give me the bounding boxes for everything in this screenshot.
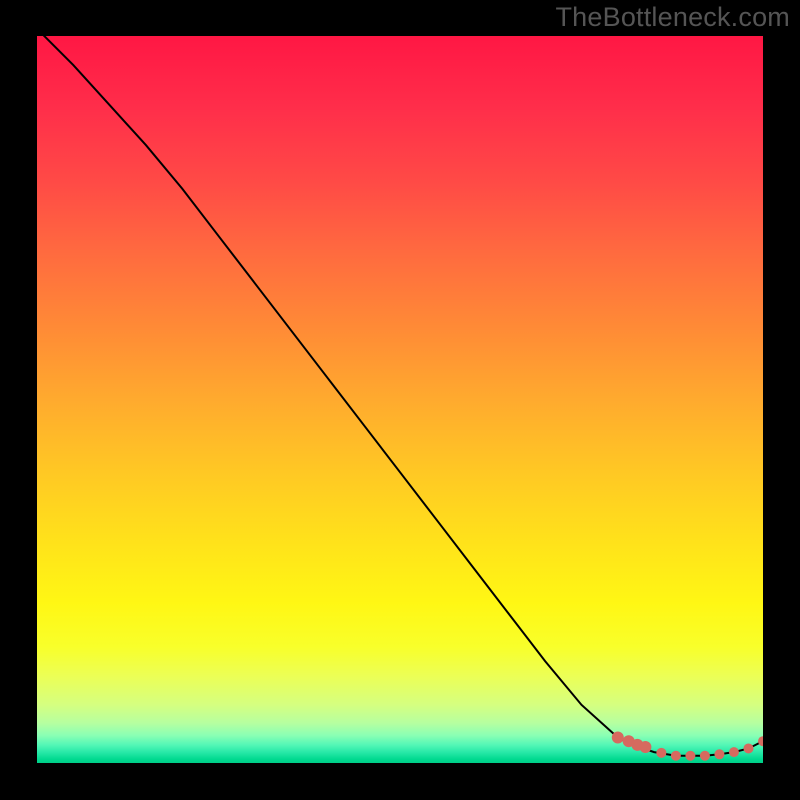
marker-dot bbox=[700, 751, 710, 761]
plot-svg bbox=[37, 36, 763, 763]
marker-dot bbox=[743, 743, 753, 753]
watermark-text: TheBottleneck.com bbox=[555, 2, 790, 33]
marker-dot bbox=[612, 732, 624, 744]
marker-dot bbox=[714, 749, 724, 759]
plot-area bbox=[37, 36, 763, 763]
marker-dot bbox=[685, 751, 695, 761]
marker-dot bbox=[671, 751, 681, 761]
chart-frame: TheBottleneck.com bbox=[0, 0, 800, 800]
marker-dot bbox=[639, 741, 651, 753]
marker-dot bbox=[656, 748, 666, 758]
marker-dot bbox=[729, 747, 739, 757]
